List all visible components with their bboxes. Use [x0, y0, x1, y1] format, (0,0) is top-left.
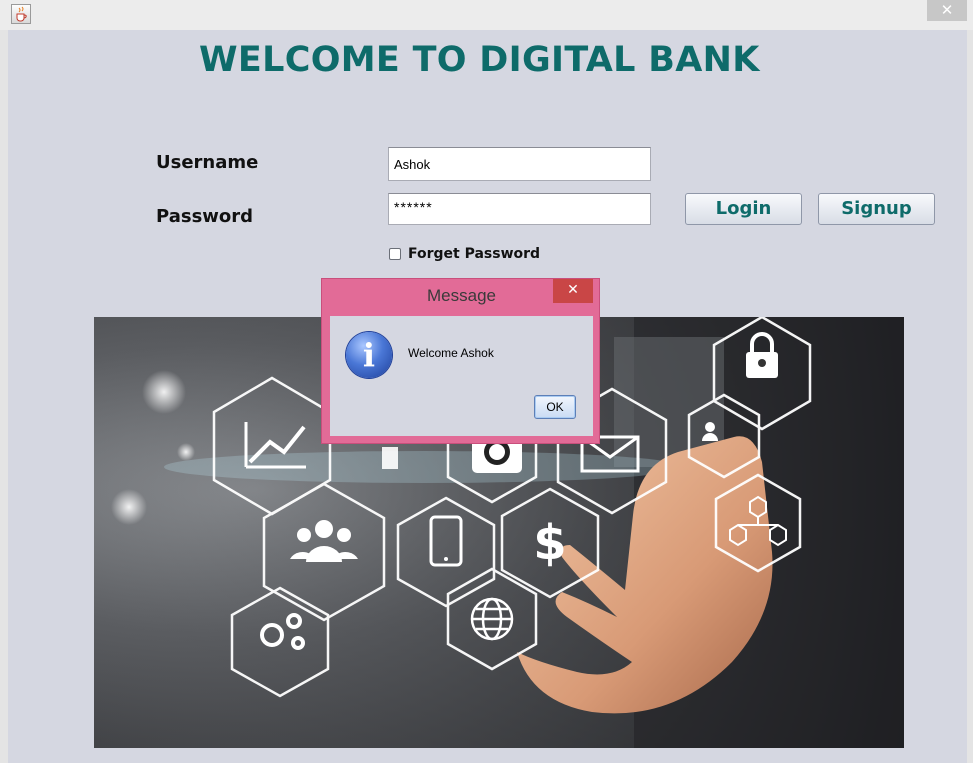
info-icon: i: [346, 332, 392, 378]
username-field[interactable]: [388, 147, 651, 181]
username-label: Username: [156, 152, 259, 173]
window-right-border: [967, 30, 973, 763]
message-dialog: Message ✕ i Welcome Ashok OK: [321, 278, 600, 444]
page-title: WELCOME TO DIGITAL BANK: [199, 40, 760, 80]
forget-password-checkbox[interactable]: [389, 248, 401, 260]
close-icon: ✕: [940, 1, 954, 19]
password-label: Password: [156, 206, 254, 227]
close-icon: ✕: [567, 282, 579, 298]
password-field[interactable]: ******: [388, 193, 651, 225]
window-close-button[interactable]: ✕: [927, 0, 967, 21]
forget-password-label: Forget Password: [408, 246, 541, 262]
dollar-icon: $: [533, 515, 566, 571]
login-button[interactable]: Login: [685, 193, 802, 225]
dialog-body: i Welcome Ashok OK: [330, 316, 593, 436]
dialog-message: Welcome Ashok: [408, 346, 494, 360]
signup-button[interactable]: Signup: [818, 193, 935, 225]
dialog-close-button[interactable]: ✕: [553, 279, 593, 303]
forget-password-option[interactable]: Forget Password: [389, 246, 540, 262]
window-left-border: [0, 30, 8, 763]
ok-button[interactable]: OK: [534, 395, 576, 419]
java-cup-icon[interactable]: [11, 4, 31, 24]
svg-text:$: $: [533, 515, 566, 571]
bulb-icon: [382, 447, 398, 469]
window-titlebar: ✕: [0, 0, 973, 30]
